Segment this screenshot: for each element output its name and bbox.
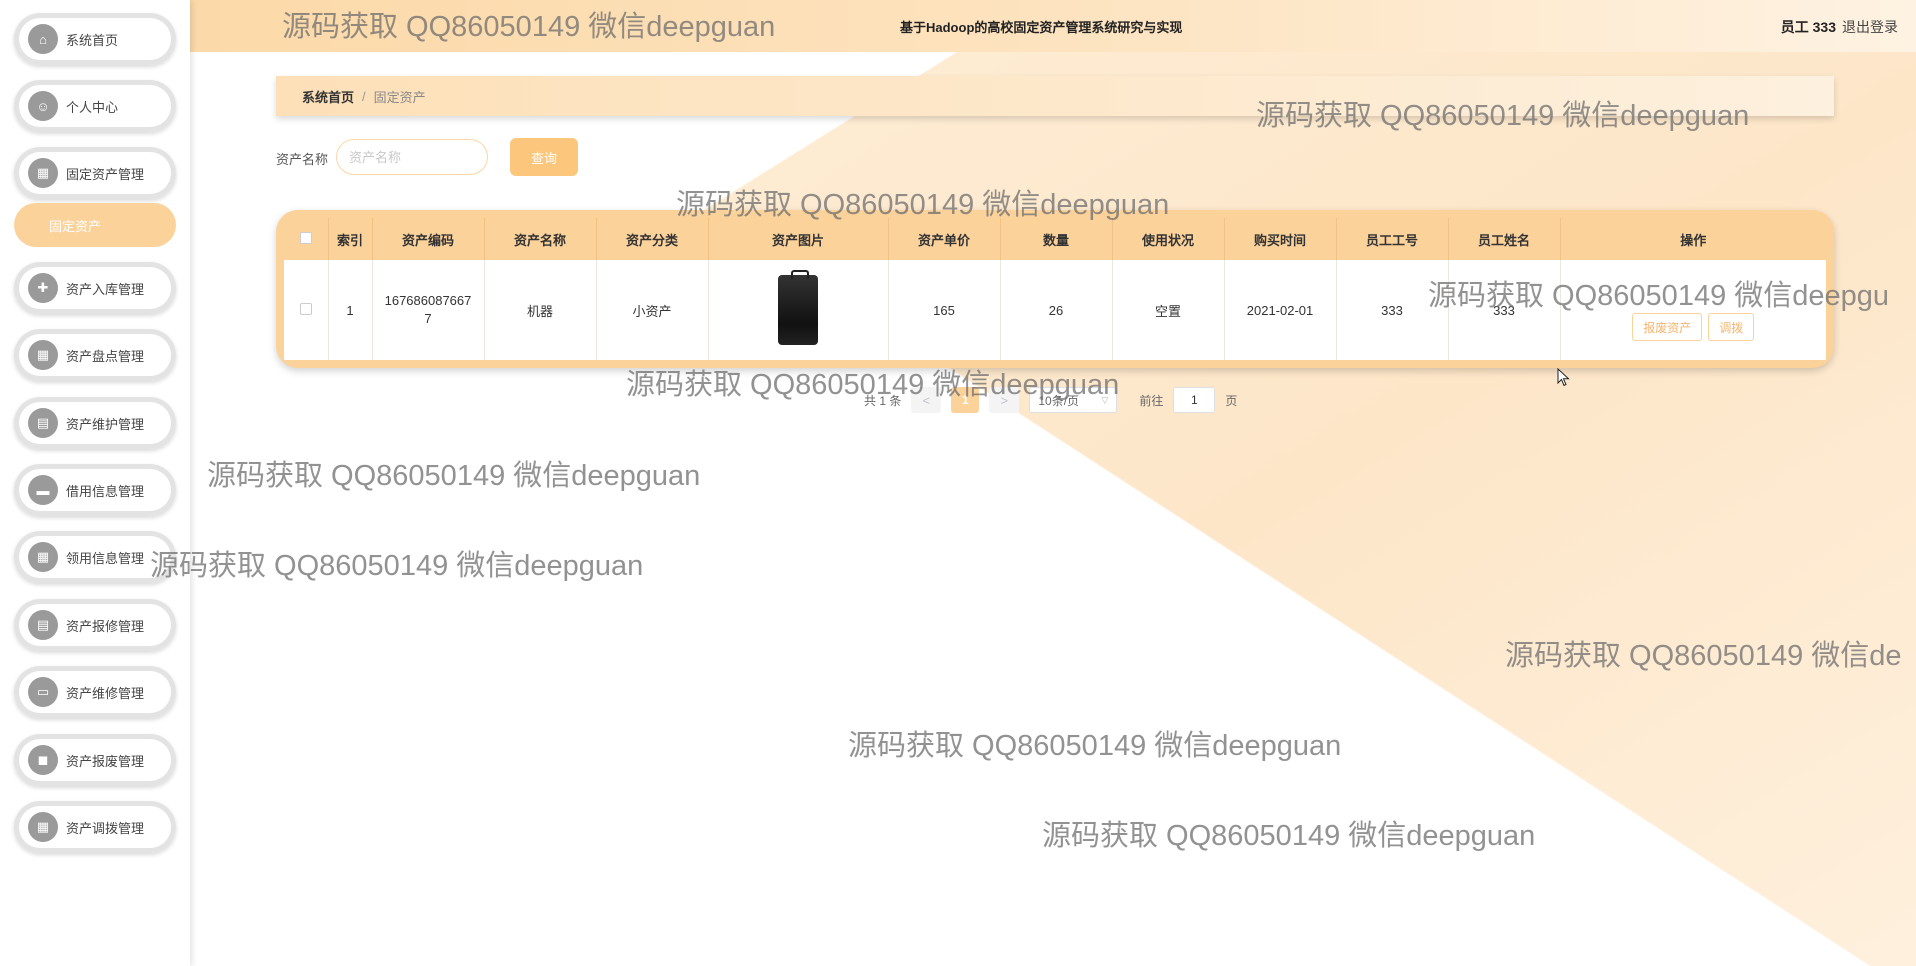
select-all-checkbox[interactable] <box>299 231 312 244</box>
monitor-icon: ▭ <box>28 677 58 707</box>
sidebar-item-label: 个人中心 <box>66 99 119 115</box>
search-label: 资产名称 <box>276 152 329 167</box>
table-header-row: 索引 资产编码 资产名称 资产分类 资产图片 资产单价 数量 使用状况 购买时间… <box>284 218 1826 260</box>
sidebar-item-inventory[interactable]: ▦ 资产盘点管理 <box>14 329 176 381</box>
sidebar-item-label: 资产报废管理 <box>66 753 145 769</box>
select-all-cell <box>284 218 329 260</box>
sidebar: ⌂ 系统首页 ☺ 个人中心 ▦ 固定资产管理 固定资产 ✚ 资产入库管理 ▦ 资… <box>0 0 190 966</box>
asset-table: 索引 资产编码 资产名称 资产分类 资产图片 资产单价 数量 使用状况 购买时间… <box>276 210 1834 368</box>
column-header: 购买时间 <box>1224 218 1337 260</box>
current-page[interactable]: 1 <box>951 387 980 413</box>
scrap-asset-button[interactable]: 报废资产 <box>1632 313 1703 341</box>
sidebar-item-maintenance[interactable]: ▤ 资产维护管理 <box>14 397 176 449</box>
submenu-item-label: 固定资产 <box>49 218 102 234</box>
sidebar-item-label: 借用信息管理 <box>66 483 145 499</box>
sidebar-item-scrap[interactable]: ◼ 资产报废管理 <box>14 734 176 786</box>
next-page-button[interactable]: > <box>989 387 1020 413</box>
sidebar-item-label: 固定资产管理 <box>66 166 145 182</box>
cell-emp-no: 333 <box>1336 260 1449 360</box>
column-header: 资产单价 <box>888 218 1001 260</box>
table-row: 1 1676860876677 机器 小资产 165 26 空置 2021-02… <box>284 260 1826 360</box>
submenu-item-fixed-assets[interactable]: 固定资产 <box>14 203 176 247</box>
logout-link[interactable]: 退出登录 <box>1842 17 1898 37</box>
chat-icon: ◼ <box>28 745 58 775</box>
grid-icon: ▦ <box>28 158 58 188</box>
sidebar-item-fixed-assets[interactable]: ▦ 固定资产管理 <box>14 147 176 199</box>
cell-code: 1676860876677 <box>372 260 485 360</box>
sidebar-item-home[interactable]: ⌂ 系统首页 <box>14 13 176 65</box>
cell-date: 2021-02-01 <box>1224 260 1337 360</box>
inbound-icon: ✚ <box>28 273 58 303</box>
top-header: 基于Hadoop的高校固定资产管理系统研究与实现 员工 333 退出登录 <box>190 0 1916 52</box>
clipboard-icon: ▤ <box>28 610 58 640</box>
column-header: 资产编码 <box>372 218 485 260</box>
background-overlay <box>0 0 1916 966</box>
row-select-cell <box>284 260 329 360</box>
sidebar-item-label: 资产盘点管理 <box>66 348 145 364</box>
goto-label: 前往 <box>1139 393 1164 408</box>
sidebar-item-profile[interactable]: ☺ 个人中心 <box>14 80 176 132</box>
cell-image <box>708 260 889 360</box>
current-user: 员工 333 <box>1780 19 1836 35</box>
grid-icon: ▦ <box>28 812 58 842</box>
column-header: 使用状况 <box>1112 218 1225 260</box>
user-icon: ☺ <box>28 91 58 121</box>
sidebar-item-borrow[interactable]: ▬ 借用信息管理 <box>14 464 176 516</box>
column-header: 数量 <box>1000 218 1113 260</box>
breadcrumb-home[interactable]: 系统首页 <box>302 87 354 106</box>
sidebar-item-label: 领用信息管理 <box>66 550 145 566</box>
goto-page-input[interactable] <box>1173 387 1216 413</box>
cell-category: 小资产 <box>596 260 709 360</box>
asset-image[interactable] <box>778 270 818 345</box>
sidebar-item-repair[interactable]: ▭ 资产维修管理 <box>14 666 176 718</box>
sidebar-item-inbound[interactable]: ✚ 资产入库管理 <box>14 262 176 314</box>
mouse-cursor-icon <box>1557 368 1570 387</box>
sidebar-item-label: 资产调拨管理 <box>66 820 145 836</box>
column-header: 员工姓名 <box>1448 218 1561 260</box>
ticket-icon: ▬ <box>28 475 58 505</box>
prev-page-button[interactable]: < <box>911 387 942 413</box>
page-size-select[interactable]: 10条/页 ▽ <box>1029 387 1118 413</box>
breadcrumb-separator: / <box>362 88 366 104</box>
sidebar-item-repair-report[interactable]: ▤ 资产报修管理 <box>14 599 176 651</box>
cell-ops: 报废资产 调拨 <box>1560 260 1826 360</box>
cell-price: 165 <box>888 260 1001 360</box>
chevron-down-icon: ▽ <box>1101 394 1109 405</box>
row-checkbox[interactable] <box>299 302 312 315</box>
grid-icon: ▦ <box>28 340 58 370</box>
cell-emp-name: 333 <box>1448 260 1561 360</box>
cell-name: 机器 <box>484 260 597 360</box>
grid-icon: ▦ <box>28 542 58 572</box>
cell-qty: 26 <box>1000 260 1113 360</box>
breadcrumb: 系统首页 / 固定资产 <box>276 76 1834 116</box>
breadcrumb-current: 固定资产 <box>373 89 426 105</box>
column-header: 员工工号 <box>1336 218 1449 260</box>
sidebar-item-label: 资产维修管理 <box>66 685 145 701</box>
pagination-total: 共 1 条 <box>864 393 902 408</box>
sidebar-item-label: 资产入库管理 <box>66 281 145 297</box>
cell-index: 1 <box>328 260 373 360</box>
sidebar-item-receive[interactable]: ▦ 领用信息管理 <box>14 531 176 583</box>
page-size-value: 10条/页 <box>1038 393 1080 408</box>
sidebar-item-label: 系统首页 <box>66 32 119 48</box>
clipboard-icon: ▤ <box>28 408 58 438</box>
cell-status: 空置 <box>1112 260 1225 360</box>
column-header: 操作 <box>1680 232 1707 248</box>
search-button[interactable]: 查询 <box>510 138 578 176</box>
sidebar-item-label: 资产报修管理 <box>66 618 145 634</box>
transfer-button[interactable]: 调拨 <box>1708 313 1755 341</box>
home-icon: ⌂ <box>28 24 58 54</box>
page-unit-label: 页 <box>1225 393 1238 408</box>
column-header: 索引 <box>328 218 373 260</box>
app-title: 基于Hadoop的高校固定资产管理系统研究与实现 <box>900 20 1183 35</box>
sidebar-item-transfer[interactable]: ▦ 资产调拨管理 <box>14 801 176 853</box>
column-header: 资产图片 <box>708 218 889 260</box>
search-input[interactable] <box>336 139 488 175</box>
column-header: 资产分类 <box>596 218 709 260</box>
pagination: 共 1 条 < 1 > 10条/页 ▽ 前往 页 <box>864 387 1237 413</box>
sidebar-item-label: 资产维护管理 <box>66 416 145 432</box>
column-header: 资产名称 <box>484 218 597 260</box>
